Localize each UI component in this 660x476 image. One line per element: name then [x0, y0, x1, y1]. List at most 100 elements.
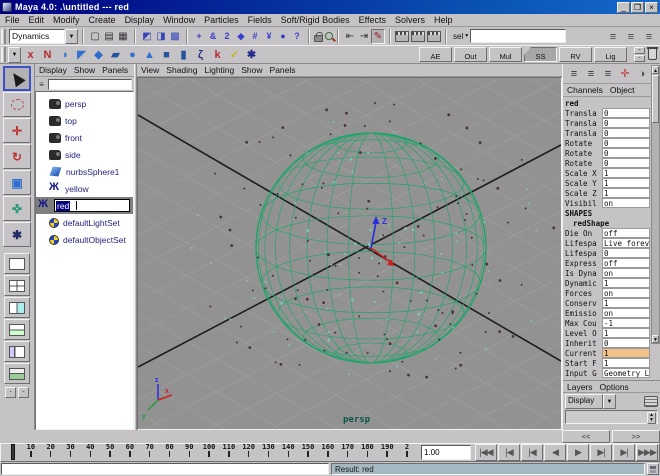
- shelf-tab-lig[interactable]: Lig: [594, 47, 627, 62]
- scroll-up-icon[interactable]: ▲: [652, 66, 659, 74]
- mask-rendering-icon[interactable]: ●: [276, 29, 290, 44]
- outliner-item[interactable]: side: [36, 146, 133, 163]
- minimize-button[interactable]: _: [617, 2, 630, 13]
- channel-value-field[interactable]: Geometry L: [602, 368, 650, 378]
- mask-surfaces-icon[interactable]: ◆: [234, 29, 248, 44]
- scrollbar-thumb[interactable]: [652, 75, 659, 123]
- channel-value-field[interactable]: on: [602, 268, 650, 278]
- viewport-menu-item[interactable]: Panels: [270, 65, 296, 75]
- save-scene-icon[interactable]: ▦: [116, 29, 130, 44]
- shelf-tab-mul[interactable]: Mul: [489, 47, 522, 62]
- play-forwards-button[interactable]: ▶: [567, 444, 589, 461]
- menu-item[interactable]: Solvers: [395, 15, 425, 25]
- component-mode-icon[interactable]: ▩: [168, 29, 182, 44]
- cv-curve-tool-icon[interactable]: x: [22, 47, 39, 63]
- menu-item[interactable]: Fields: [248, 15, 272, 25]
- scale-tool[interactable]: ▣: [3, 170, 31, 195]
- render-globals-icon[interactable]: [427, 31, 441, 42]
- channel-value-field[interactable]: 1: [602, 188, 650, 198]
- channel-value-field[interactable]: on: [602, 288, 650, 298]
- shelf-tab-rv[interactable]: RV: [559, 47, 592, 62]
- show-channel-box-icon[interactable]: ≡: [642, 29, 656, 44]
- channel-value-field[interactable]: 0: [602, 138, 650, 148]
- mask-points-icon[interactable]: +: [192, 29, 206, 44]
- channel-value-field[interactable]: 1: [602, 348, 650, 358]
- viewport-menu-item[interactable]: Show: [241, 65, 262, 75]
- shelf-scroll-up-button[interactable]: -: [634, 47, 645, 54]
- quick-select-input[interactable]: [470, 29, 566, 43]
- channel-row[interactable]: redShape: [565, 218, 650, 228]
- channel-value-field[interactable]: 0: [602, 148, 650, 158]
- play-backwards-button[interactable]: ◀: [544, 444, 566, 461]
- channel-row[interactable]: Transla 0: [565, 128, 650, 138]
- viewport-canvas[interactable]: Zzxypersp: [137, 77, 562, 430]
- channel-value-field[interactable]: 1: [602, 178, 650, 188]
- channel-scrollbar[interactable]: ▲ ▼: [651, 65, 660, 344]
- render-current-frame-icon[interactable]: [395, 31, 409, 42]
- layout-persp-multi-button[interactable]: [4, 363, 30, 384]
- status-line-grip[interactable]: [1, 29, 6, 44]
- viewport-menu-item[interactable]: Shading: [166, 65, 197, 75]
- rotate-tool[interactable]: ↻: [3, 144, 31, 169]
- channel-row[interactable]: Scale X 1: [565, 168, 650, 178]
- outliner-filter-input[interactable]: [48, 79, 132, 90]
- channel-box-menu-item[interactable]: Channels: [567, 85, 603, 95]
- open-scene-icon[interactable]: ▤: [102, 29, 116, 44]
- nurbs-cube-icon[interactable]: ■: [158, 47, 175, 63]
- hierarchy-mode-icon[interactable]: ◩: [140, 29, 154, 44]
- new-layer-icon[interactable]: [644, 396, 658, 407]
- outliner-item[interactable]: front: [36, 129, 133, 146]
- channel-row[interactable]: Express off: [565, 258, 650, 268]
- channel-value-field[interactable]: 1: [602, 278, 650, 288]
- channel-row[interactable]: Forces on: [565, 288, 650, 298]
- select-tool[interactable]: [3, 66, 31, 91]
- channel-value-field[interactable]: 0: [602, 158, 650, 168]
- viewport-menu-item[interactable]: Lighting: [204, 65, 234, 75]
- layout-persp-outliner-button[interactable]: [4, 297, 30, 318]
- toolbox-collapse-right-button[interactable]: -: [18, 387, 29, 398]
- channel-value-field[interactable]: -1: [602, 318, 650, 328]
- channel-row[interactable]: Dynamic 1: [565, 278, 650, 288]
- layer-list[interactable]: ▲▼: [565, 410, 658, 424]
- channel-row[interactable]: Scale Y 1: [565, 178, 650, 188]
- show-attribute-editor-icon[interactable]: ≡: [606, 29, 620, 44]
- joint-tool-icon[interactable]: ζ: [192, 47, 209, 63]
- script-editor-button[interactable]: [647, 463, 659, 475]
- menu-item[interactable]: Create: [89, 15, 116, 25]
- channel-value-field[interactable]: 1: [602, 168, 650, 178]
- channel-row[interactable]: Current 1: [565, 348, 650, 358]
- channel-value-field[interactable]: 0: [602, 338, 650, 348]
- outliner-item[interactable]: persp: [36, 95, 133, 112]
- layout-hypergraph-button[interactable]: [4, 341, 30, 362]
- outliner-filter-icon[interactable]: ≡: [37, 77, 46, 92]
- step-back-key-button[interactable]: |◀: [521, 444, 543, 461]
- new-scene-icon[interactable]: ▢: [88, 29, 102, 44]
- command-line-input[interactable]: [1, 463, 329, 475]
- channel-row[interactable]: red: [565, 98, 650, 108]
- menu-item[interactable]: Edit: [29, 15, 45, 25]
- show-layer-editor-layout-icon[interactable]: ≡: [584, 66, 598, 81]
- menu-item[interactable]: Soft/Rigid Bodies: [281, 15, 350, 25]
- current-frame-marker[interactable]: [11, 444, 15, 460]
- channel-value-field[interactable]: 1: [602, 358, 650, 368]
- menu-item[interactable]: Particles: [204, 15, 239, 25]
- channel-row[interactable]: Transla 0: [565, 118, 650, 128]
- outliner-item[interactable]: top: [36, 112, 133, 129]
- channel-value-field[interactable]: 0: [602, 118, 650, 128]
- close-button[interactable]: ×: [645, 2, 658, 13]
- paint-effects-icon[interactable]: ✱: [243, 47, 260, 63]
- channel-value-field[interactable]: 0: [602, 128, 650, 138]
- lasso-tool[interactable]: [3, 92, 31, 117]
- channel-value-field[interactable]: off: [602, 258, 650, 268]
- range-back-button[interactable]: <<: [562, 430, 610, 443]
- menu-item[interactable]: Modify: [53, 15, 80, 25]
- show-channel-box-layout-icon[interactable]: ≡: [567, 66, 581, 81]
- move-tool[interactable]: ✛: [3, 118, 31, 143]
- layers-menu-item[interactable]: Options: [600, 382, 629, 392]
- channel-value-field[interactable]: 0: [602, 248, 650, 258]
- outliner-menu-item[interactable]: Show: [74, 65, 95, 75]
- show-tool-settings-icon[interactable]: ≡: [624, 29, 638, 44]
- ik-handle-tool-icon[interactable]: k: [209, 47, 226, 63]
- channel-row[interactable]: Rotate 0: [565, 148, 650, 158]
- channel-row[interactable]: Rotate 0: [565, 138, 650, 148]
